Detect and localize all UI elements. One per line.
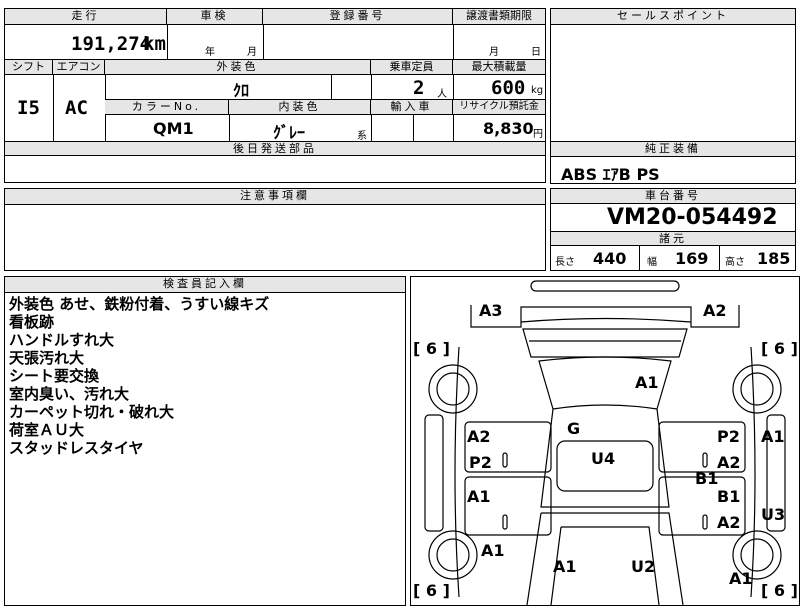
exterior-value: ｸﾛ	[233, 81, 250, 100]
chassis-value: VM20-054492	[607, 205, 778, 230]
tire-label-rear-left: [ 6 ]	[413, 581, 450, 600]
inspector-note: 看板跡	[9, 313, 55, 331]
registration-header: 登録番号	[263, 9, 453, 25]
ac-header: エアコン	[53, 60, 105, 75]
tire-label-front-left: [ 6 ]	[413, 339, 450, 358]
mileage-value: 191,274	[71, 33, 152, 55]
exterior-header: 外装色	[105, 60, 371, 75]
tire-label-rear-right: [ 6 ]	[761, 581, 798, 600]
inspector-note: 室内臭い、汚れ大	[9, 385, 130, 403]
damage-code: A1	[467, 487, 491, 506]
damage-code: P2	[717, 427, 740, 446]
recycle-value: 8,830	[483, 119, 534, 138]
selling-points-header: セールスポイント	[551, 9, 795, 25]
height-value: 185	[757, 249, 791, 268]
length-label: 長さ	[555, 257, 575, 268]
maxload-value: 600	[491, 77, 526, 99]
inspection-month-label: 月	[247, 47, 257, 58]
later-parts-header: 後日発送部品	[5, 142, 545, 156]
transfer-header: 譲渡書類期限	[453, 9, 545, 25]
inspector-note: 外装色 あせ、鉄粉付着、うすい線キズ	[9, 295, 270, 313]
damage-code: A1	[729, 569, 753, 588]
inspector-note: シート要交換	[9, 367, 100, 385]
capacity-unit: 人	[437, 89, 447, 100]
damage-code: G	[567, 419, 581, 438]
inspector-note: 天張汚れ大	[9, 349, 85, 367]
tire-label-front-right: [ 6 ]	[761, 339, 798, 358]
vehicle-info-table: 走行 車検 登録番号 譲渡書類期限 191,274 km 年 月 月 日 シフト…	[4, 8, 546, 156]
capacity-value: 2	[413, 77, 425, 99]
caution-box: 注意事項欄	[4, 188, 546, 271]
caution-header: 注意事項欄	[5, 189, 545, 205]
inspector-header: 検査員記入欄	[5, 277, 405, 293]
car-damage-diagram: [ 6 ] [ 6 ] [ 6 ] [ 6 ] A3 A2 A1 G A2 P2…	[410, 276, 800, 606]
damage-code: A1	[635, 373, 659, 392]
interior-suffix: 系	[357, 131, 367, 142]
ac-value: AC	[65, 97, 88, 119]
damage-code: U4	[591, 449, 616, 468]
shift-header: シフト	[5, 60, 53, 75]
width-label: 幅	[647, 257, 657, 268]
genuine-equipment-value: ABS ｴｱB PS	[561, 165, 660, 184]
damage-code: U2	[631, 557, 656, 576]
colorno-header: カラーNo.	[105, 100, 229, 115]
genuine-equipment-header: 純正装備	[551, 142, 795, 157]
inspection-header: 車検	[167, 9, 263, 25]
inspector-note: スタッドレスタイヤ	[9, 439, 144, 457]
colorno-value: QM1	[153, 119, 194, 138]
transfer-day-label: 日	[531, 47, 541, 58]
height-label: 高さ	[725, 257, 745, 268]
inspector-box: 検査員記入欄 外装色 あせ、鉄粉付着、うすい線キズ 看板跡 ハンドルすれ大 天張…	[4, 276, 406, 606]
chassis-box: 車台番号 VM20-054492 諸元 長さ 440 幅 169 高さ 185	[550, 188, 796, 271]
damage-code: B1	[695, 469, 719, 488]
damage-code: A1	[761, 427, 785, 446]
capacity-header: 乗車定員	[371, 60, 453, 75]
inspector-note: ハンドルすれ大	[9, 331, 115, 349]
selling-points-box: セールスポイント	[550, 8, 796, 142]
genuine-equipment-box: 純正装備 ABS ｴｱB PS	[550, 141, 796, 184]
inspector-note: 荷室ＡＵ大	[9, 421, 85, 439]
transfer-month-label: 月	[489, 47, 499, 58]
chassis-header: 車台番号	[551, 189, 795, 204]
recycle-header: リサイクル預託金	[453, 100, 545, 115]
maxload-header: 最大積載量	[453, 60, 545, 75]
width-value: 169	[675, 249, 709, 268]
interior-value: ｸﾞﾚｰ	[273, 123, 306, 142]
damage-code: A2	[717, 453, 741, 472]
damage-code: U3	[761, 505, 786, 524]
maxload-unit: kg	[531, 85, 544, 96]
recycle-unit: 円	[533, 129, 543, 140]
specs-header: 諸元	[551, 231, 795, 246]
inspector-note: カーペット切れ・破れ大	[9, 403, 175, 421]
damage-code: P2	[469, 453, 492, 472]
damage-code: A2	[717, 513, 741, 532]
interior-header: 内装色	[229, 100, 371, 115]
damage-code: A2	[467, 427, 491, 446]
mileage-header: 走行	[5, 9, 167, 25]
damage-code: A2	[703, 301, 727, 320]
damage-code: A1	[481, 541, 505, 560]
import-header: 輸入車	[371, 100, 453, 115]
shift-value: I5	[17, 97, 40, 119]
damage-code: A1	[553, 557, 577, 576]
mileage-unit: km	[143, 33, 166, 55]
later-parts-area	[4, 155, 546, 183]
damage-code: B1	[717, 487, 741, 506]
inspection-year-label: 年	[205, 47, 215, 58]
damage-code: A3	[479, 301, 503, 320]
length-value: 440	[593, 249, 627, 268]
